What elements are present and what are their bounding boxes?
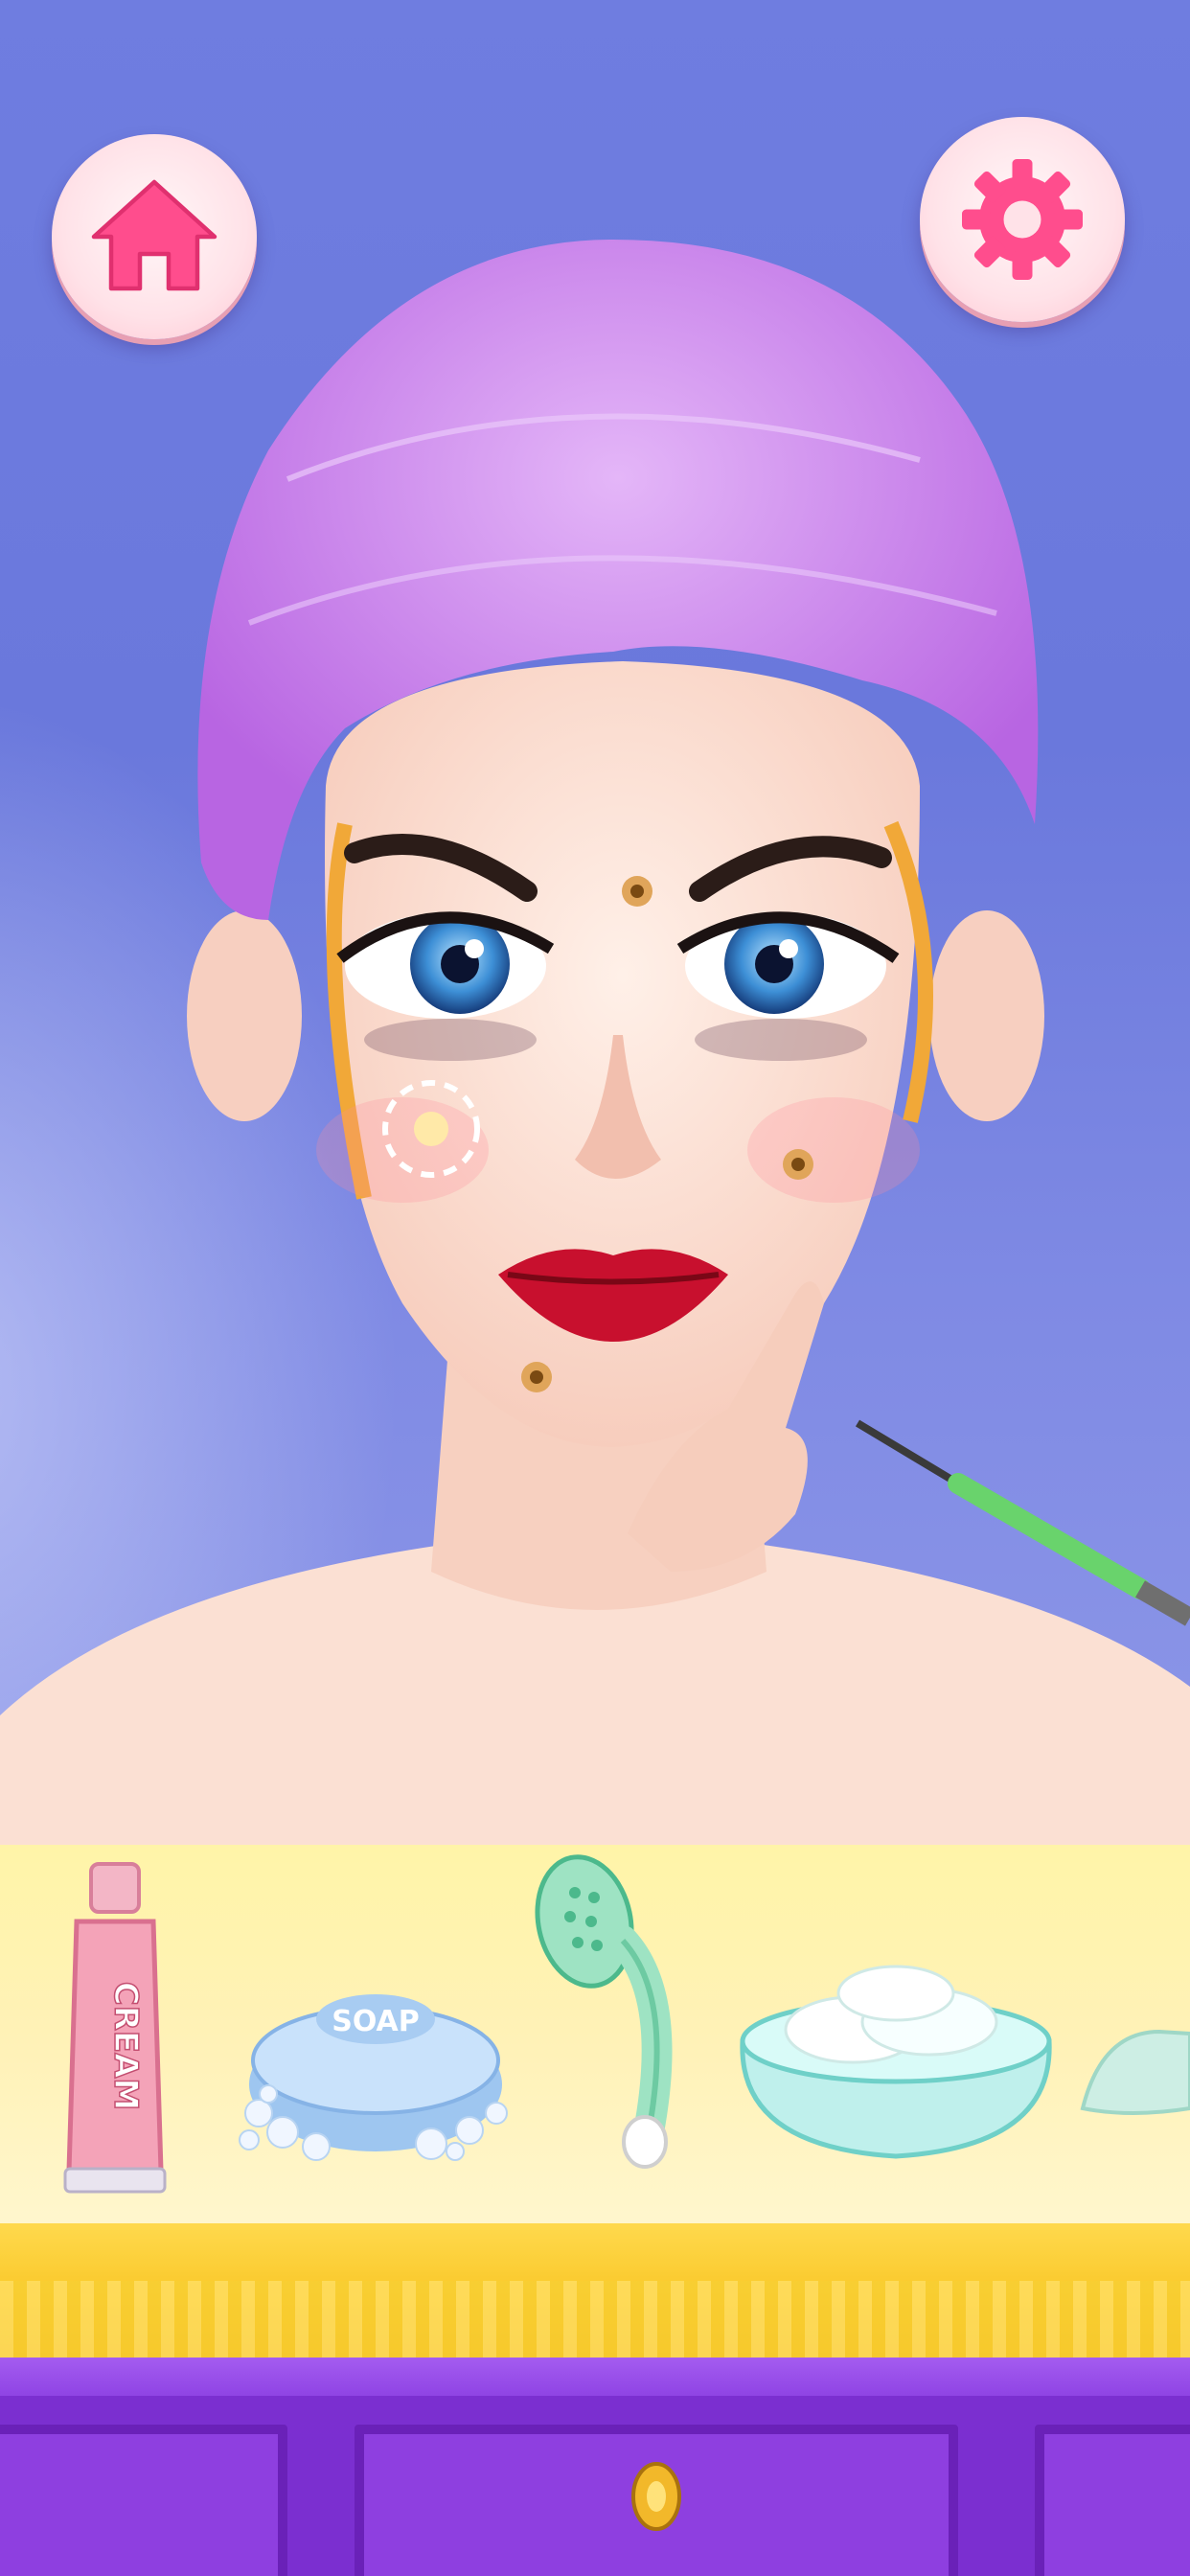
cabinet-knob [631, 2462, 681, 2531]
character [0, 240, 1190, 1850]
acne-spot [783, 1149, 813, 1180]
home-icon [91, 179, 217, 291]
soap-bar[interactable]: SOAP [239, 1969, 513, 2161]
acne-spot [622, 876, 652, 907]
face-mask-strip[interactable] [1073, 2012, 1190, 2128]
cotton-pad-bowl[interactable] [738, 1955, 1054, 2161]
cream-tube[interactable]: CREAM [57, 1862, 172, 2195]
cream-label: CREAM [106, 1982, 145, 2111]
game-scene: CREAM SOAP [0, 0, 1190, 2576]
cabinet-door-left [0, 2425, 287, 2576]
cabinet-door-right [1035, 2425, 1190, 2576]
soap-label: SOAP [332, 2005, 420, 2038]
home-button[interactable] [52, 134, 257, 339]
settings-button[interactable] [920, 117, 1125, 322]
scrub-brush[interactable] [532, 1854, 690, 2171]
cabinet [0, 2358, 1190, 2576]
gear-icon [962, 159, 1083, 280]
right-ear [929, 910, 1044, 1121]
acne-spot [521, 1362, 552, 1392]
left-ear [187, 910, 302, 1121]
counter-lip [0, 2281, 1190, 2358]
